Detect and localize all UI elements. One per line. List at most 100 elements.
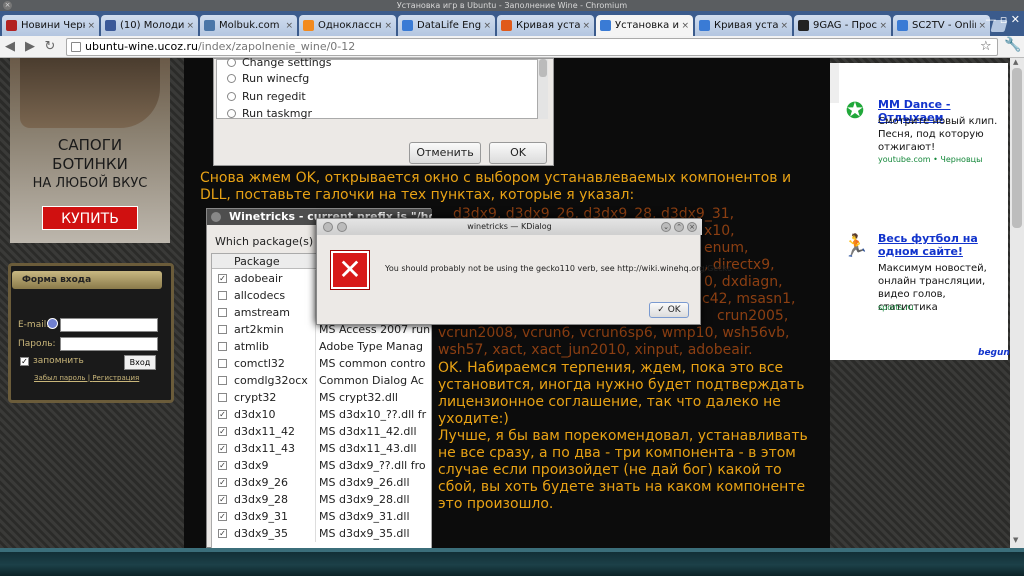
column-divider [315, 474, 316, 491]
list-item: Run regedit [227, 90, 306, 103]
tab-strip: Новини Черні×(10) Молодий×Molbuk.com M×О… [0, 11, 1024, 36]
web-page: САПОГИ БОТИНКИ НА ЛЮБОЙ ВКУС КУПИТЬ Форма… [0, 58, 1024, 548]
register-link[interactable]: Регистрация [92, 374, 139, 382]
window-controls[interactable]: — ▫ ✕ [985, 13, 1020, 26]
close-icon[interactable]: × [3, 1, 12, 10]
close-tab-icon[interactable]: × [582, 21, 590, 31]
checkbox-icon [218, 325, 227, 334]
remember-checkbox[interactable]: ✓ запомнить [20, 356, 84, 366]
column-divider [315, 406, 316, 423]
package-desc: MS d3dx11_43.dll [319, 442, 417, 455]
checkbox-icon: ✓ [218, 410, 227, 419]
ad-tag [830, 63, 839, 103]
reload-icon[interactable]: ↻ [40, 39, 60, 54]
table-row: ✓ d3dx10 MS d3dx10_??.dll fr [212, 406, 431, 423]
back-icon[interactable]: ◀ [0, 39, 20, 54]
wrench-icon[interactable]: 🔧 [1004, 37, 1021, 53]
forward-icon[interactable]: ▶ [20, 39, 40, 54]
scrollbar-thumb[interactable] [1012, 68, 1022, 228]
package-name: d3dx9_28 [234, 493, 288, 506]
tab[interactable]: SC2TV - Online× [893, 15, 990, 36]
article-text: лицензионное соглашение, так что далеко … [438, 394, 781, 410]
checkbox-icon [218, 342, 227, 351]
checkbox-icon: ✓ [218, 529, 227, 538]
package-desc: MS d3dx9_26.dll [319, 476, 410, 489]
close-tab-icon[interactable]: × [780, 21, 788, 31]
tab[interactable]: DataLife Engin× [398, 15, 495, 36]
url-path: /index/zapolnenie_wine/0-12 [197, 40, 356, 53]
email-field[interactable] [60, 318, 158, 332]
column-divider [315, 423, 316, 440]
ok-button: ✓ OK [649, 302, 689, 318]
column-divider [315, 338, 316, 355]
close-tab-icon[interactable]: × [681, 21, 689, 31]
checkbox-icon[interactable]: ✓ [20, 356, 29, 366]
column-divider [315, 355, 316, 372]
package-desc: MS d3dx9_31.dll [319, 510, 410, 523]
checkbox-icon: ✓ [218, 478, 227, 487]
window-title: Установка игр в Ubuntu - Заполнение Wine… [396, 1, 628, 10]
tab[interactable]: Molbuk.com M× [200, 15, 297, 36]
checkbox-icon [218, 291, 227, 300]
scroll-up-icon[interactable]: ▲ [1013, 58, 1018, 66]
favicon-icon [204, 20, 215, 31]
tab[interactable]: Кривая устано× [497, 15, 594, 36]
tab[interactable]: Одноклассник× [299, 15, 396, 36]
favicon-icon [501, 20, 512, 31]
buy-button[interactable]: КУПИТЬ [42, 206, 138, 230]
boots-ad-line1: САПОГИ БОТИНКИ [52, 136, 128, 173]
tab[interactable]: Кривая устано× [695, 15, 792, 36]
dialog-title: winetricks — KDialog ⌄ ⌃ × [317, 219, 702, 235]
url-host: ubuntu-wine.ucoz.ru [85, 40, 198, 53]
package-desc: MS d3dx9_??.dll fro [319, 459, 426, 472]
package-name: d3dx9_26 [234, 476, 288, 489]
column-divider [315, 372, 316, 389]
kdialog-error-screenshot: winetricks — KDialog ⌄ ⌃ × ✕ You should … [316, 218, 732, 325]
tab[interactable]: Новини Черні × [2, 15, 99, 36]
ad-desc: Смотрите новый клип. Песня, под которую … [878, 116, 998, 153]
close-tab-icon[interactable]: × [186, 21, 194, 31]
menu-icon [323, 222, 333, 232]
pin-icon [337, 222, 347, 232]
close-tab-icon[interactable]: × [483, 21, 491, 31]
column-header-package: Package [234, 255, 280, 268]
close-icon [211, 212, 221, 222]
table-row: ✓ d3dx9_26 MS d3dx9_26.dll [212, 474, 431, 491]
close-tab-icon[interactable]: × [384, 21, 392, 31]
boots-ad[interactable]: САПОГИ БОТИНКИ НА ЛЮБОЙ ВКУС КУПИТЬ [10, 58, 170, 243]
favicon-icon [897, 20, 908, 31]
close-tab-icon[interactable]: × [285, 21, 293, 31]
tab[interactable]: Установка игр× [596, 15, 693, 36]
window-titlebar: × Установка игр в Ubuntu - Заполнение Wi… [0, 0, 1024, 11]
password-field[interactable] [60, 337, 158, 351]
ad-brand[interactable]: begun [978, 348, 1010, 358]
address-bar[interactable]: ubuntu-wine.ucoz.ru/index/zapolnenie_win… [66, 38, 998, 56]
package-desc: MS d3dx9_35.dll [319, 527, 410, 540]
error-message: You should probably not be using the gec… [385, 264, 732, 273]
cancel-button: Отменить [409, 142, 481, 164]
tab[interactable]: 9GAG - Просто× [794, 15, 891, 36]
article-text: сбой, вы хоть будете знать на каком комп… [438, 479, 806, 495]
article-text: Лучше, я бы вам порекомендовал, устанавл… [438, 428, 808, 444]
ad-title[interactable]: Весь футбол на одном сайте! [878, 232, 1003, 258]
ok-button: OK [489, 142, 547, 164]
login-button[interactable]: Вход [124, 355, 156, 370]
openid-icon[interactable] [47, 318, 58, 329]
forgot-password-link[interactable]: Забыл пароль [34, 374, 86, 382]
bookmark-star-icon[interactable]: ☆ [980, 39, 992, 54]
list-item: Change settings [227, 58, 331, 69]
close-icon: × [687, 222, 697, 232]
boots-ad-line3: НА ЛЮБОЙ ВКУС [32, 176, 148, 191]
ad-source: youtube.com • Черновцы [878, 155, 983, 164]
error-icon: ✕ [330, 250, 370, 290]
page-scrollbar[interactable]: ▲ ▼ [1010, 58, 1024, 548]
list-item: Run winecfg [227, 72, 309, 85]
component-list: 0, dxdiagn, [704, 274, 783, 290]
package-desc: MS crypt32.dll [319, 391, 398, 404]
package-name: allcodecs [234, 289, 286, 302]
scroll-down-icon[interactable]: ▼ [1013, 536, 1018, 544]
tab[interactable]: (10) Молодий × [101, 15, 198, 36]
close-tab-icon[interactable]: × [87, 21, 95, 31]
tab-label: DataLife Engin [417, 20, 482, 31]
close-tab-icon[interactable]: × [879, 21, 887, 31]
